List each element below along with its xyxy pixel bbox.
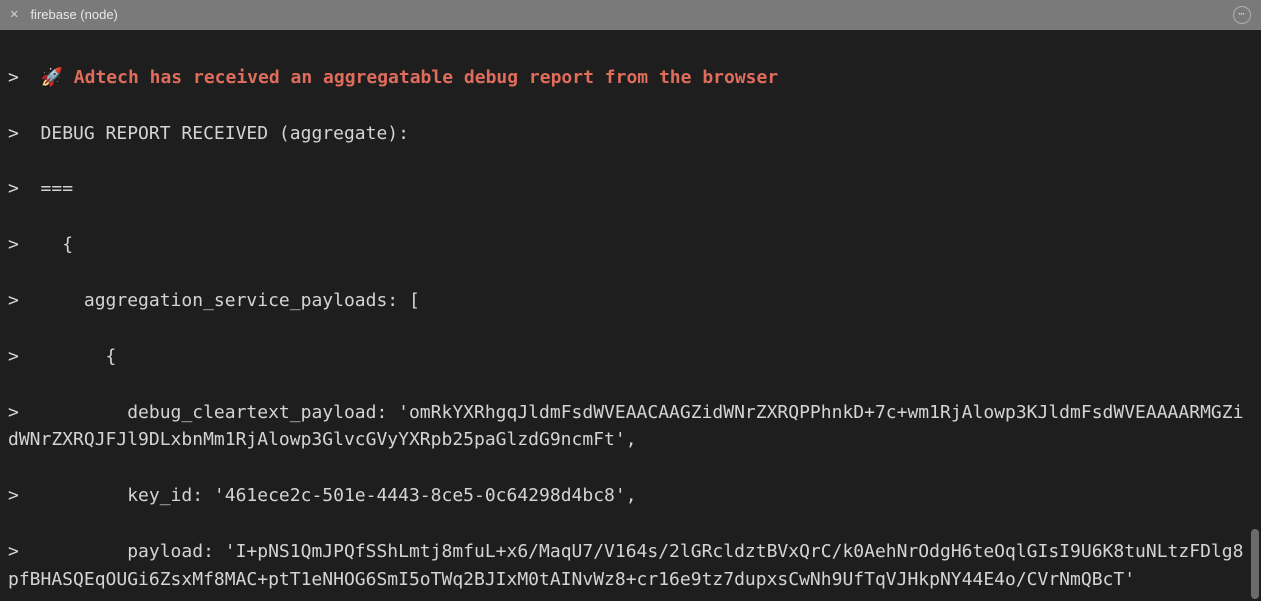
log-text: {	[41, 346, 117, 367]
terminal-line: > aggregation_service_payloads: [	[8, 287, 1253, 315]
log-text: key_id: '461ece2c-501e-4443-8ce5-0c64298…	[41, 485, 637, 506]
log-text: aggregation_service_payloads: [	[41, 290, 420, 311]
log-text: DEBUG REPORT RECEIVED (aggregate):	[41, 123, 409, 144]
rocket-icon: 🚀	[41, 67, 63, 88]
prompt-marker: >	[8, 123, 41, 144]
prompt-marker: >	[8, 234, 41, 255]
terminal-line: > 🚀 Adtech has received an aggregatable …	[8, 64, 1253, 92]
terminal-line: > debug_cleartext_payload: 'omRkYXRhgqJl…	[8, 399, 1253, 455]
log-text: {	[41, 234, 74, 255]
scrollbar[interactable]	[1251, 529, 1259, 599]
prompt-marker: >	[8, 67, 41, 88]
log-text: debug_cleartext_payload: 'omRkYXRhgqJldm…	[8, 402, 1243, 451]
terminal-line: > ===	[8, 175, 1253, 203]
headline-text: Adtech has received an aggregatable debu…	[63, 67, 778, 88]
terminal-line: > payload: 'I+pNS1QmJPQfSShLmtj8mfuL+x6/…	[8, 538, 1253, 594]
prompt-marker: >	[8, 346, 41, 367]
prompt-marker: >	[8, 178, 41, 199]
terminal-line: > {	[8, 343, 1253, 371]
prompt-marker: >	[8, 485, 41, 506]
prompt-marker: >	[8, 541, 41, 562]
terminal-output: > 🚀 Adtech has received an aggregatable …	[0, 30, 1261, 601]
tab-bar: ✕ firebase (node) ⋯	[0, 0, 1261, 30]
more-options-icon[interactable]: ⋯	[1233, 6, 1251, 24]
prompt-marker: >	[8, 402, 41, 423]
log-text: payload: 'I+pNS1QmJPQfSShLmtj8mfuL+x6/Ma…	[8, 541, 1243, 590]
terminal-line: > key_id: '461ece2c-501e-4443-8ce5-0c642…	[8, 482, 1253, 510]
tab-title: firebase (node)	[30, 5, 117, 25]
terminal-line: > DEBUG REPORT RECEIVED (aggregate):	[8, 120, 1253, 148]
close-icon[interactable]: ✕	[10, 4, 18, 26]
terminal-line: > {	[8, 231, 1253, 259]
log-text: ===	[41, 178, 74, 199]
prompt-marker: >	[8, 290, 41, 311]
